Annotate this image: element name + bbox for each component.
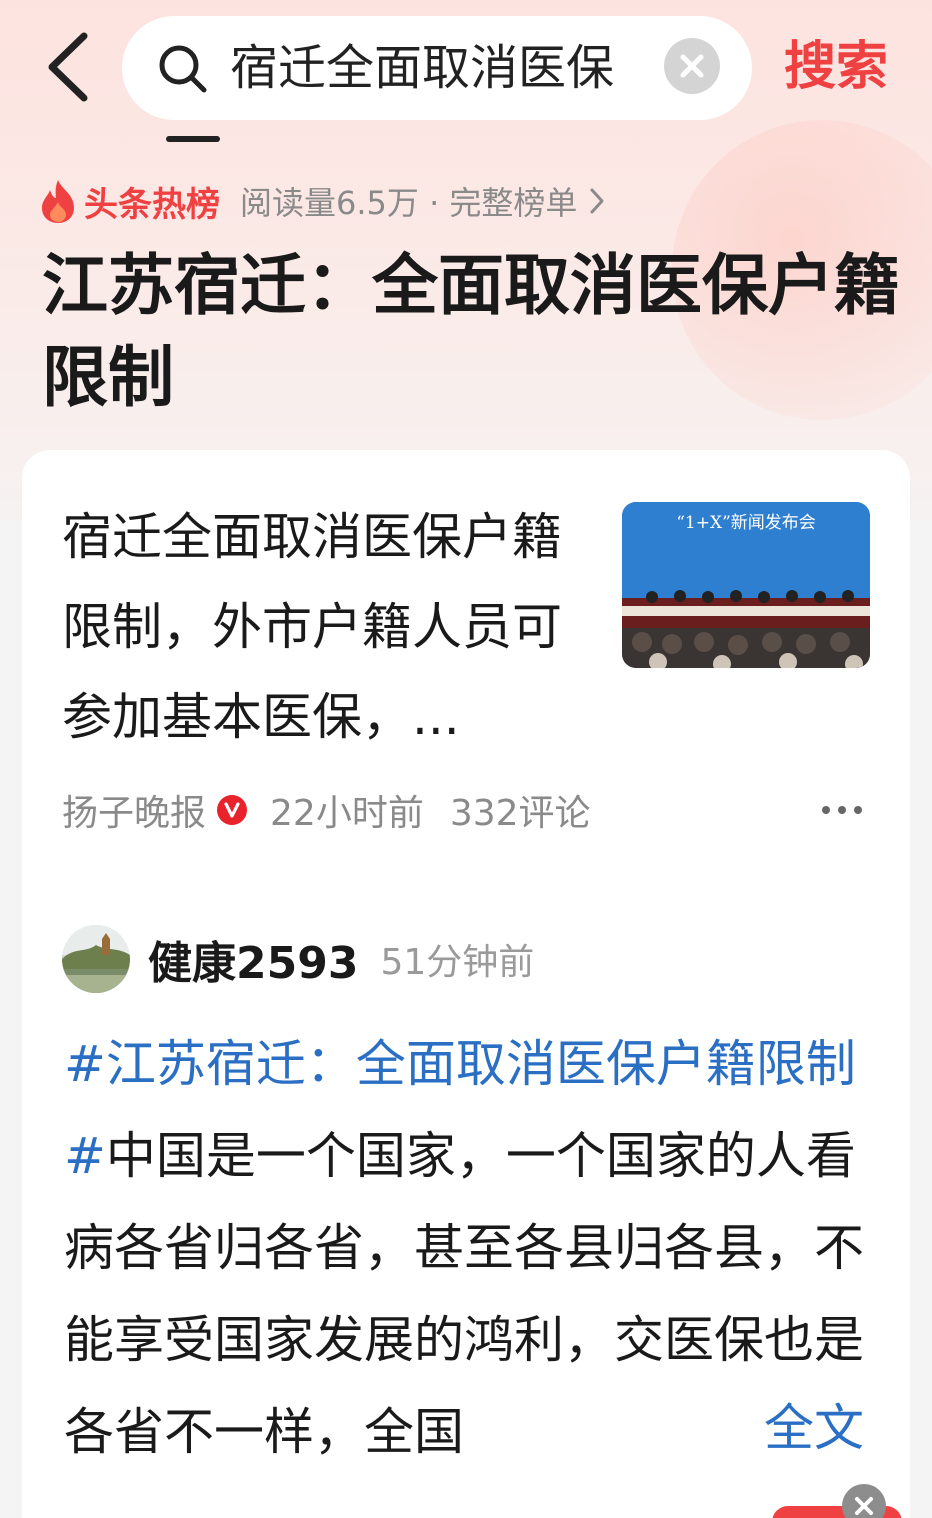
- clear-icon[interactable]: [664, 38, 720, 94]
- full-text-button[interactable]: 全文: [760, 1388, 864, 1468]
- tab-indicator: [166, 136, 220, 142]
- hot-list-link[interactable]: 头条热榜 阅读量6.5万 · 完整榜单: [40, 174, 607, 228]
- search-query[interactable]: 宿迁全面取消医保: [230, 36, 614, 100]
- results-card: 宿迁全面取消医保户籍限制，外市户籍人员可参加基本医保，... “1+X”新闻发布…: [22, 450, 910, 1518]
- text-fade: [662, 1390, 762, 1470]
- post-author[interactable]: 健康2593: [148, 927, 358, 991]
- avatar[interactable]: [62, 925, 130, 993]
- hot-list-label: 头条热榜: [84, 184, 220, 225]
- post-header: 健康2593 51分钟前: [62, 924, 534, 994]
- search-icon: [156, 42, 210, 96]
- post-time: 51分钟前: [380, 942, 535, 983]
- back-icon[interactable]: [40, 30, 100, 104]
- news-time: 22小时前: [270, 793, 424, 834]
- news-comments[interactable]: 332评论: [450, 784, 591, 836]
- topic-title: 江苏宿迁：全面取消医保户籍限制: [42, 247, 900, 416]
- news-source[interactable]: 扬子晚报: [62, 784, 206, 836]
- verified-icon: [216, 794, 248, 826]
- close-icon[interactable]: [842, 1484, 886, 1518]
- more-icon[interactable]: [820, 796, 864, 824]
- news-meta: 扬子晚报 22小时前 332评论: [62, 782, 591, 838]
- flame-icon: [40, 178, 76, 224]
- search-button[interactable]: 搜索: [784, 32, 888, 102]
- search-input[interactable]: 宿迁全面取消医保: [122, 16, 752, 120]
- news-title[interactable]: 宿迁全面取消医保户籍限制，外市户籍人员可参加基本医保，...: [62, 492, 562, 762]
- chevron-right-icon: [587, 186, 607, 216]
- news-thumbnail[interactable]: “1+X”新闻发布会: [622, 502, 870, 668]
- thumbnail-caption: “1+X”新闻发布会: [676, 513, 816, 533]
- hot-list-meta: 阅读量6.5万 · 完整榜单: [240, 184, 578, 222]
